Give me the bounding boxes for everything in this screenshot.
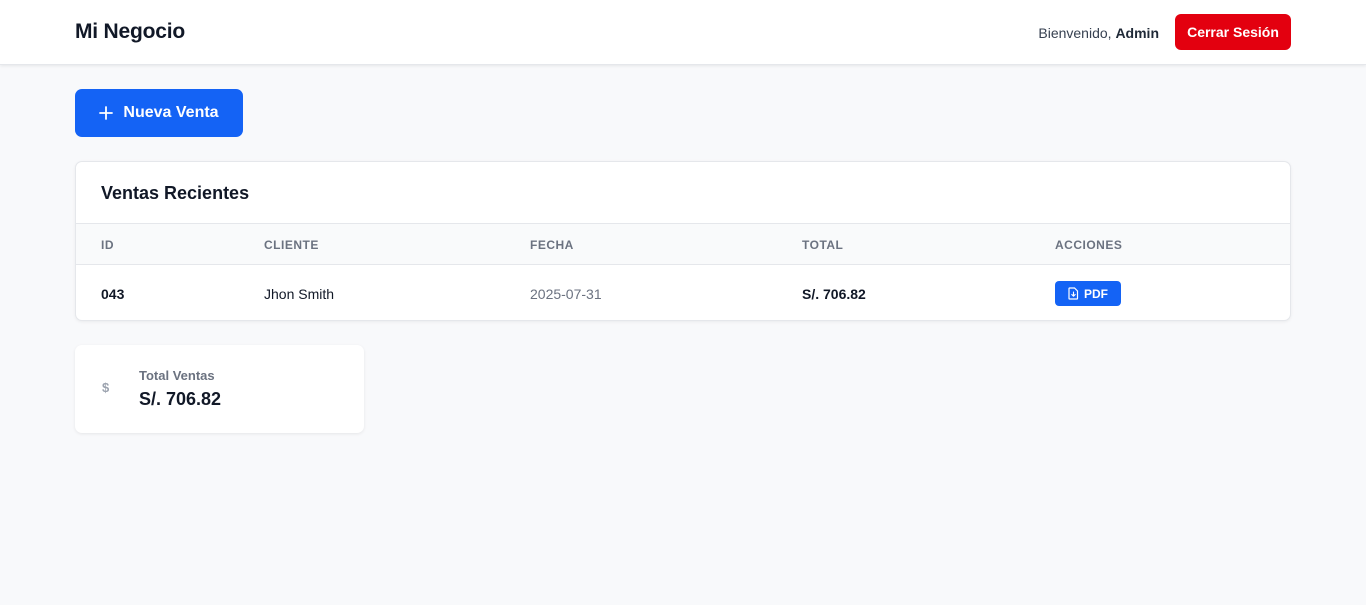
sale-date: 2025-07-31	[530, 286, 602, 302]
user-name: Admin	[1115, 25, 1159, 41]
pdf-label: PDF	[1084, 286, 1108, 301]
sale-client: Jhon Smith	[264, 286, 335, 302]
total-sales-value: S/. 706.82	[139, 389, 222, 409]
plus-icon	[99, 106, 114, 120]
table-row: 043 Jhon Smith 2025-07-31 S/. 706.82 PDF	[76, 265, 1290, 320]
column-header-actions: ACCIONES	[1055, 238, 1123, 252]
table-header: ID CLIENTE FECHA TOTAL ACCIONES	[76, 223, 1290, 265]
new-sale-label: Nueva Venta	[123, 104, 219, 121]
total-sales-card: $ Total Ventas S/. 706.82	[75, 345, 364, 433]
recent-sales-title: Ventas Recientes	[101, 183, 250, 203]
logout-button[interactable]: Cerrar Sesión	[1175, 14, 1291, 50]
column-header-client: CLIENTE	[264, 238, 319, 252]
total-sales-label: Total Ventas	[139, 368, 215, 383]
welcome-prefix: Bienvenido,	[1038, 25, 1112, 41]
column-header-id: ID	[101, 238, 114, 252]
new-sale-button[interactable]: Nueva Venta	[75, 89, 243, 137]
welcome-message: Bienvenido, Admin	[1038, 25, 1159, 41]
dollar-icon: $	[102, 380, 110, 395]
file-download-icon	[1068, 287, 1079, 300]
pdf-button[interactable]: PDF	[1055, 281, 1121, 306]
recent-sales-card: Ventas Recientes ID CLIENTE FECHA TOTAL …	[75, 161, 1291, 321]
top-navbar: Mi Negocio Bienvenido, Admin Cerrar Sesi…	[0, 0, 1366, 65]
column-header-total: TOTAL	[802, 238, 844, 252]
sale-id: 043	[101, 286, 125, 302]
column-header-date: FECHA	[530, 238, 574, 252]
sale-total: S/. 706.82	[802, 286, 866, 302]
brand-title: Mi Negocio	[75, 20, 186, 43]
